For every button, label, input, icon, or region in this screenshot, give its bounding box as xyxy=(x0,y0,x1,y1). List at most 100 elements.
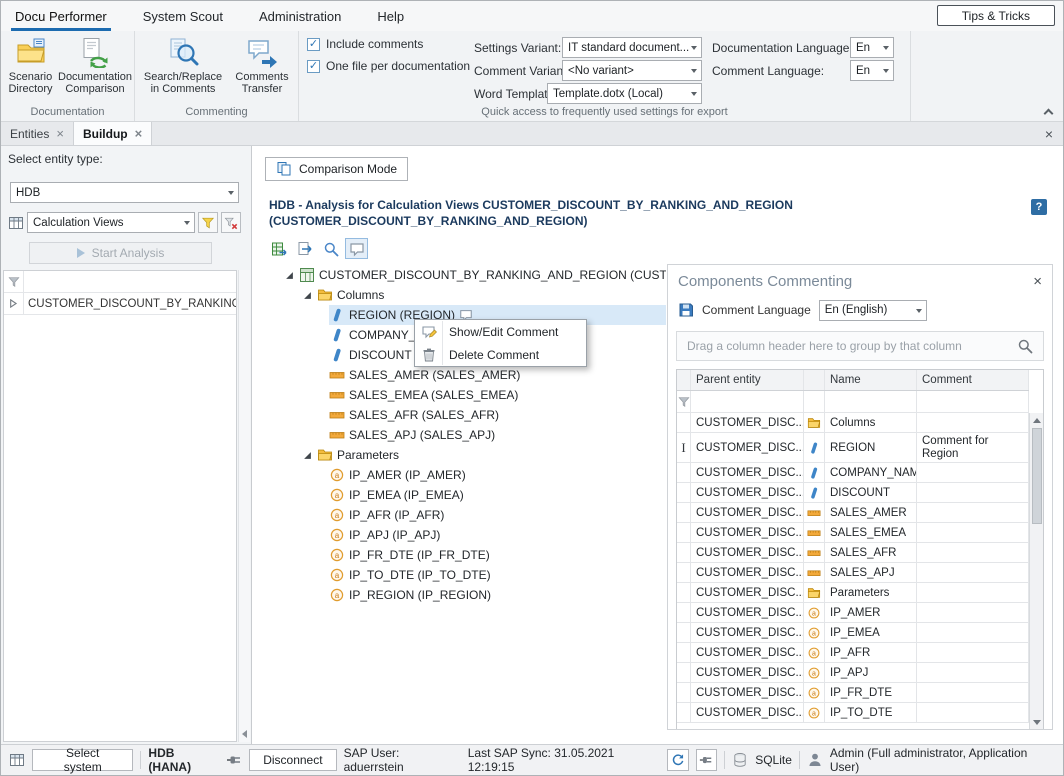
collapse-icon[interactable] xyxy=(302,451,313,460)
tree-item-root[interactable]: CUSTOMER_DISCOUNT_BY_RANKING_AND_REGION … xyxy=(267,265,666,285)
tree-item-sales-amer[interactable]: SALES_AMER (SALES_AMER) xyxy=(267,365,666,385)
group-by-bar[interactable]: Drag a column header here to group by th… xyxy=(676,331,1044,361)
table-row[interactable]: CUSTOMER_DISC... IP_AFR xyxy=(677,643,1029,663)
one-file-checkbox[interactable] xyxy=(307,60,320,73)
tips-tricks-button[interactable]: Tips & Tricks xyxy=(937,5,1055,26)
expand-icon[interactable] xyxy=(9,299,18,308)
panel-close-icon[interactable] xyxy=(1033,273,1042,290)
system-dropdown[interactable]: HDB xyxy=(10,182,239,203)
comparison-mode-button[interactable]: Comparison Mode xyxy=(265,157,408,181)
tree-item-ip-region[interactable]: IP_REGION (IP_REGION) xyxy=(267,585,666,605)
tab-close-icon[interactable] xyxy=(135,127,143,140)
refresh-sync-button[interactable] xyxy=(667,749,689,771)
collapse-icon[interactable] xyxy=(284,271,295,280)
scroll-up-button[interactable] xyxy=(1030,413,1043,427)
documentation-comparison-button[interactable]: Documentation Comparison xyxy=(58,34,132,97)
tree-item-ip-to-dte[interactable]: IP_TO_DTE (IP_TO_DTE) xyxy=(267,565,666,585)
comment-language-dropdown[interactable]: En (English) xyxy=(819,300,927,321)
table-row[interactable]: CUSTOMER_DISC... SALES_APJ xyxy=(677,563,1029,583)
settings-variant-dropdown[interactable]: IT standard document... xyxy=(562,37,702,58)
ribbon-group-quick-access: Include comments One file per documentat… xyxy=(299,31,911,121)
search-button[interactable] xyxy=(319,238,342,259)
comments-transfer-button[interactable]: Comments Transfer xyxy=(229,34,295,97)
tree-item-parameters[interactable]: Parameters xyxy=(267,445,666,465)
entity-row[interactable]: CUSTOMER_DISCOUNT_BY_RANKING... xyxy=(4,293,236,315)
comment-language-ribbon-dropdown[interactable]: En xyxy=(850,60,894,81)
search-replace-comments-button[interactable]: Search/Replace in Comments xyxy=(137,34,229,97)
disconnect-button[interactable]: Disconnect xyxy=(249,749,336,771)
tree-item-ip-fr-dte[interactable]: IP_FR_DTE (IP_FR_DTE) xyxy=(267,545,666,565)
plug-icon xyxy=(699,753,713,767)
context-menu: Show/Edit Comment Delete Comment xyxy=(414,319,587,367)
table-row[interactable]: CUSTOMER_DISC... IP_EMEA xyxy=(677,623,1029,643)
export-excel-button[interactable] xyxy=(267,238,290,259)
tree-item-ip-amer[interactable]: IP_AMER (IP_AMER) xyxy=(267,465,666,485)
word-template-dropdown[interactable]: Template.dotx (Local) xyxy=(547,83,702,104)
tab-close-icon[interactable] xyxy=(56,127,64,140)
comparison-pages-icon xyxy=(276,161,292,177)
left-scrollbar[interactable] xyxy=(238,270,250,742)
sync-connect-button[interactable] xyxy=(696,749,718,771)
chevron-up-icon xyxy=(1043,108,1053,118)
entity-type-dropdown[interactable]: Calculation Views xyxy=(27,212,195,233)
tree-item-sales-apj[interactable]: SALES_APJ (SALES_APJ) xyxy=(267,425,666,445)
scroll-left-button[interactable] xyxy=(239,727,250,741)
collapse-icon[interactable] xyxy=(302,291,313,300)
menu-docu-performer[interactable]: Docu Performer xyxy=(11,1,111,31)
table-row[interactable]: CUSTOMER_DISC... IP_FR_DTE xyxy=(677,683,1029,703)
table-row[interactable]: CUSTOMER_DISC... DISCOUNT xyxy=(677,483,1029,503)
tree-item-sales-afr[interactable]: SALES_AFR (SALES_AFR) xyxy=(267,405,666,425)
table-row[interactable]: CUSTOMER_DISC... Columns xyxy=(677,413,1029,433)
scenario-directory-button[interactable]: Scenario Directory xyxy=(3,34,58,97)
grid-filter-row[interactable] xyxy=(677,391,1029,413)
search-icon[interactable] xyxy=(1017,338,1033,354)
filter-edit-button[interactable] xyxy=(198,212,218,233)
tree-item-ip-emea[interactable]: IP_EMEA (IP_EMEA) xyxy=(267,485,666,505)
tree-item-sales-emea[interactable]: SALES_EMEA (SALES_EMEA) xyxy=(267,385,666,405)
close-view-button[interactable] xyxy=(1035,122,1063,145)
help-button[interactable] xyxy=(1031,199,1047,215)
ribbon-collapse-button[interactable] xyxy=(1039,104,1057,119)
tree-item-columns[interactable]: Columns xyxy=(267,285,666,305)
table-row[interactable]: CUSTOMER_DISC... Parameters xyxy=(677,583,1029,603)
start-analysis-button[interactable]: Start Analysis xyxy=(29,242,212,264)
comment-variant-dropdown[interactable]: <No variant> xyxy=(562,60,702,81)
table-row[interactable]: CUSTOMER_DISC... IP_AMER xyxy=(677,603,1029,623)
last-sync-label: Last SAP Sync: 31.05.2021 12:19:15 xyxy=(468,746,660,774)
menu-administration[interactable]: Administration xyxy=(255,1,345,31)
filter-clear-button[interactable] xyxy=(221,212,241,233)
include-comments-checkbox[interactable] xyxy=(307,38,320,51)
menu-item-show-edit-comment[interactable]: Show/Edit Comment xyxy=(415,320,586,343)
export-button[interactable] xyxy=(293,238,316,259)
play-icon xyxy=(77,248,85,258)
comment-language-ribbon-label: Comment Language: xyxy=(712,64,824,78)
table-row[interactable]: CUSTOMER_DISC... IP_TO_DTE xyxy=(677,703,1029,723)
save-icon[interactable] xyxy=(678,302,694,318)
search-icon xyxy=(323,241,339,257)
table-row[interactable]: CUSTOMER_DISC... SALES_AFR xyxy=(677,543,1029,563)
documentation-language-dropdown[interactable]: En xyxy=(850,37,894,58)
tab-entities[interactable]: Entities xyxy=(1,122,74,145)
current-user-label: Admin (Full administrator, Application U… xyxy=(830,746,1055,774)
measure-icon xyxy=(329,367,345,383)
tab-buildup[interactable]: Buildup xyxy=(74,122,152,145)
column-header-parent-entity[interactable]: Parent entity xyxy=(691,370,804,390)
table-row[interactable]: CUSTOMER_DISC... IP_APJ xyxy=(677,663,1029,683)
comments-toggle-button[interactable] xyxy=(345,238,368,259)
table-row[interactable]: CUSTOMER_DISC... SALES_EMEA xyxy=(677,523,1029,543)
entity-grid-filter-row[interactable] xyxy=(4,271,236,293)
scroll-down-button[interactable] xyxy=(1030,715,1043,729)
table-row-selected[interactable]: CUSTOMER_DISC... REGION Comment for Regi… xyxy=(677,433,1029,463)
menu-help[interactable]: Help xyxy=(373,1,408,31)
scrollbar-thumb[interactable] xyxy=(1032,428,1042,524)
tree-item-ip-afr[interactable]: IP_AFR (IP_AFR) xyxy=(267,505,666,525)
menu-item-delete-comment[interactable]: Delete Comment xyxy=(415,343,586,366)
column-header-comment[interactable]: Comment xyxy=(917,370,1029,390)
vertical-scrollbar[interactable] xyxy=(1029,413,1043,729)
select-system-button[interactable]: Select system xyxy=(32,749,133,771)
column-header-name[interactable]: Name xyxy=(825,370,917,390)
table-row[interactable]: CUSTOMER_DISC... COMPANY_NAME xyxy=(677,463,1029,483)
menu-system-scout[interactable]: System Scout xyxy=(139,1,227,31)
table-row[interactable]: CUSTOMER_DISC... SALES_AMER xyxy=(677,503,1029,523)
tree-item-ip-apj[interactable]: IP_APJ (IP_APJ) xyxy=(267,525,666,545)
